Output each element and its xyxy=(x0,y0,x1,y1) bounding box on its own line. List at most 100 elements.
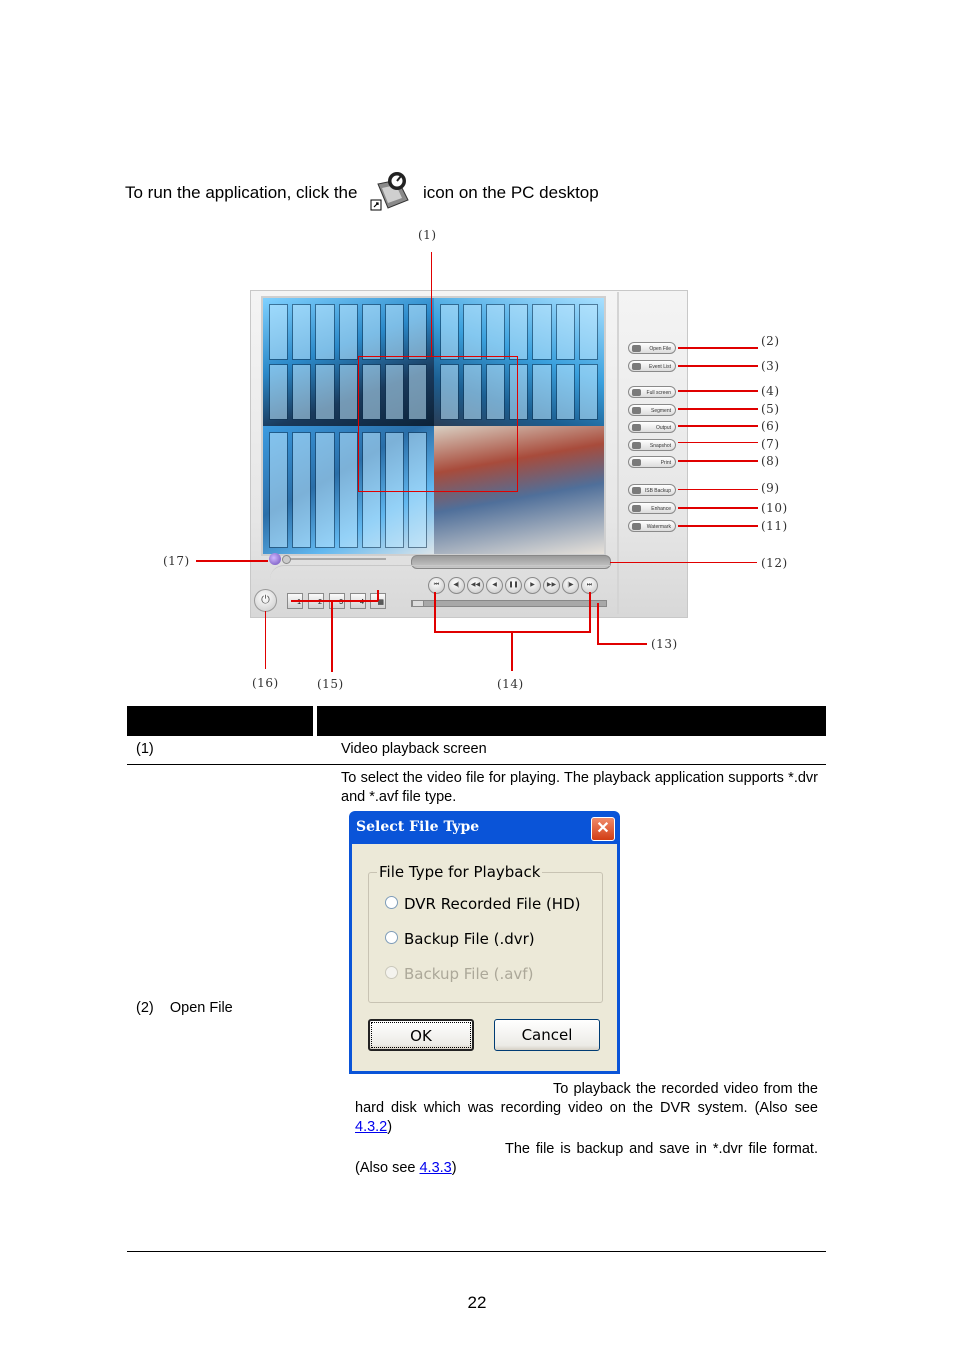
side-button-panel xyxy=(617,292,687,614)
callout-line-1 xyxy=(431,252,432,357)
watermark-icon xyxy=(632,523,641,530)
page-number: 22 xyxy=(467,1293,487,1312)
select-file-type-dialog: Select File Type ✕ File Type for Playbac… xyxy=(349,811,620,1074)
callout-label-13: (13) xyxy=(651,637,678,651)
dialog-title: Select File Type xyxy=(356,819,480,835)
callout-line-16 xyxy=(265,611,266,669)
snapshot-icon xyxy=(632,442,641,449)
row-item: (2) Open File xyxy=(136,1000,233,1016)
full-screen-button[interactable]: Full screen xyxy=(628,386,676,398)
segment-icon xyxy=(632,407,641,414)
callout-line-7 xyxy=(678,442,758,443)
radio-backup-file-dvr[interactable]: Backup File (.dvr) xyxy=(385,930,535,948)
callout-line-14-stem xyxy=(511,631,513,671)
callout-label-16: (16) xyxy=(252,676,279,690)
radio-icon xyxy=(385,896,398,909)
screen-highlight-box xyxy=(358,356,518,492)
dialog-body: File Type for Playback DVR Recorded File… xyxy=(352,844,617,1071)
callout-label-1: (1) xyxy=(418,228,437,242)
callout-line-9 xyxy=(678,489,758,490)
callout-label-14: (14) xyxy=(497,677,524,691)
volume-slider-handle[interactable] xyxy=(282,555,291,564)
callout-line-10 xyxy=(678,507,758,509)
callout-line-13-h xyxy=(597,643,647,645)
enhance-icon xyxy=(632,505,641,512)
row-item: (1) xyxy=(136,741,154,757)
step-back-icon: ◀| xyxy=(453,582,460,588)
callout-label-11: (11) xyxy=(761,519,788,533)
power-button[interactable]: ⏻ xyxy=(254,589,277,612)
playback-rewind-button[interactable]: ◀◀ xyxy=(467,577,484,594)
fast-forward-icon: ▶▶ xyxy=(546,582,557,588)
play-icon: ▶ xyxy=(530,582,535,588)
callout-label-7: (7) xyxy=(761,437,780,451)
table-header-item xyxy=(127,706,313,736)
callout-label-12: (12) xyxy=(761,556,788,570)
isb-backup-button[interactable]: ISB Backup xyxy=(628,484,676,496)
segment-button[interactable]: Segment xyxy=(628,404,676,416)
callout-line-14-left xyxy=(434,592,436,632)
playback-step-back-button[interactable]: ◀| xyxy=(448,577,465,594)
output-icon xyxy=(632,424,641,431)
intro-text-after: icon on the PC desktop xyxy=(422,183,599,202)
callout-line-12 xyxy=(610,562,757,563)
step-forward-icon: |▶ xyxy=(567,582,574,588)
folder-icon xyxy=(632,345,641,352)
radio-icon xyxy=(385,966,398,979)
row-description: Video playback screen xyxy=(341,741,487,757)
rewind-icon: ◀◀ xyxy=(470,582,481,588)
reverse-play-icon: ◀ xyxy=(492,582,497,588)
dvr-playback-desktop-icon xyxy=(368,170,414,212)
callout-line-6 xyxy=(678,425,758,427)
radio-dvr-recorded-file[interactable]: DVR Recorded File (HD) xyxy=(385,895,580,913)
playback-pause-button[interactable]: ❚❚ xyxy=(505,577,522,594)
print-button[interactable]: Print xyxy=(628,456,676,468)
event-list-button[interactable]: Event List xyxy=(628,360,676,372)
callout-line-15-h xyxy=(291,600,378,602)
playback-fast-forward-button[interactable]: ▶▶ xyxy=(543,577,560,594)
intro-sentence: To run the application, click the icon o… xyxy=(125,172,599,214)
fullscreen-icon xyxy=(632,389,641,396)
end-icon: ⏭ xyxy=(586,582,593,588)
callout-line-17 xyxy=(196,560,268,562)
link-section-4-3-2[interactable]: 4.3.2 xyxy=(355,1119,387,1135)
ok-button[interactable]: OK xyxy=(368,1019,474,1051)
link-section-4-3-3[interactable]: 4.3.3 xyxy=(419,1160,451,1176)
table-bottom-divider xyxy=(127,1251,826,1252)
callout-label-9: (9) xyxy=(761,481,780,495)
callout-label-4: (4) xyxy=(761,384,780,398)
pause-icon: ❚❚ xyxy=(508,582,519,588)
snapshot-button[interactable]: Snapshot xyxy=(628,439,676,451)
row-description: To select the video file for playing. Th… xyxy=(341,770,818,805)
audio-icon[interactable] xyxy=(269,553,281,565)
callout-line-3 xyxy=(678,365,758,367)
playback-progress-handle[interactable] xyxy=(412,600,424,607)
volume-slider-track[interactable] xyxy=(284,558,386,560)
callout-line-2 xyxy=(678,347,758,349)
enhance-button[interactable]: Enhance xyxy=(628,502,676,514)
callout-line-15-stem xyxy=(331,600,333,672)
callout-line-13-v xyxy=(597,603,599,644)
playback-step-forward-button[interactable]: |▶ xyxy=(562,577,579,594)
output-button[interactable]: Output xyxy=(628,421,676,433)
playback-play-button[interactable]: ▶ xyxy=(524,577,541,594)
open-file-button[interactable]: Open File xyxy=(628,342,676,354)
playback-reverse-button[interactable]: ◀ xyxy=(486,577,503,594)
radio-backup-file-avf: Backup File (.avf) xyxy=(385,965,533,983)
callout-label-17: (17) xyxy=(163,554,190,568)
file-type-group: File Type for Playback DVR Recorded File… xyxy=(368,863,603,1003)
callout-line-11 xyxy=(678,525,758,527)
playback-progress-bar[interactable] xyxy=(411,600,607,607)
cancel-button[interactable]: Cancel xyxy=(494,1019,600,1051)
close-button[interactable]: ✕ xyxy=(591,817,615,841)
group-title: File Type for Playback xyxy=(377,863,543,881)
callout-label-15: (15) xyxy=(317,677,344,691)
callout-label-6: (6) xyxy=(761,419,780,433)
backup-icon xyxy=(632,487,641,494)
callout-label-10: (10) xyxy=(761,501,788,515)
watermark-button[interactable]: Watermark xyxy=(628,520,676,532)
intro-text-before: To run the application, click the xyxy=(125,183,358,202)
playback-begin-button[interactable]: ⏮ xyxy=(428,577,445,594)
printer-icon xyxy=(632,459,641,466)
row-divider xyxy=(127,764,826,765)
